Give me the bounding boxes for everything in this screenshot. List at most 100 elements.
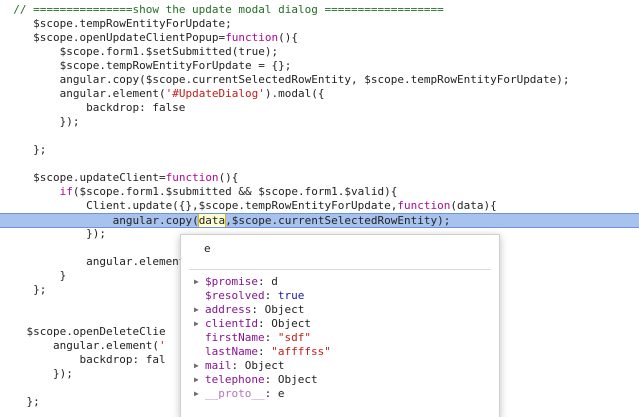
code-line[interactable]: $scope.updateClient=function(){ xyxy=(0,171,639,185)
code-token: $scope.form1.$setSubmitted(true); xyxy=(59,45,279,58)
expand-triangle-icon[interactable]: ▶ xyxy=(194,317,205,331)
property-value: Object xyxy=(264,303,305,316)
code-token: $scope.tempRowEntityForUpdate = {}; xyxy=(59,59,292,72)
popover-title: e xyxy=(204,242,211,255)
property-row-telephone[interactable]: ▶ telephone: Object xyxy=(194,373,318,387)
expand-triangle-icon[interactable]: ▶ xyxy=(194,373,205,387)
code-token: $scope.openDeleteClie xyxy=(26,325,166,338)
code-token: $scope.openUpdateClientPopup= xyxy=(33,31,226,44)
property-value: e xyxy=(277,387,285,400)
code-token: }); xyxy=(59,115,80,128)
property-value: true xyxy=(277,289,305,302)
code-token: (data){ xyxy=(450,199,497,212)
code-token: }); xyxy=(52,367,73,380)
code-line[interactable] xyxy=(0,129,639,143)
property-row-proto[interactable]: ▶ __proto__: e xyxy=(194,387,284,401)
expand-triangle-icon[interactable]: ▶ xyxy=(194,303,205,317)
code-token: }; xyxy=(26,395,40,408)
property-key: $resolved xyxy=(205,289,265,302)
code-line[interactable] xyxy=(0,157,639,171)
code-token: }); xyxy=(86,227,106,240)
code-line[interactable]: }; xyxy=(0,143,639,157)
property-row-address[interactable]: ▶ address: Object xyxy=(194,303,304,317)
code-token: ,$scope.currentSelectedRowEntity); xyxy=(225,214,451,227)
property-key: $promise xyxy=(205,275,258,288)
code-token: angular.copy( xyxy=(112,214,199,227)
code-token: backdrop: false xyxy=(86,101,186,114)
property-row-promise[interactable]: ▶ $promise: d xyxy=(194,275,278,289)
hovered-variable-token[interactable]: data xyxy=(197,214,227,227)
code-line[interactable]: $scope.tempRowEntityForUpdate; xyxy=(0,17,639,31)
code-token: (){ xyxy=(278,31,299,44)
code-line[interactable]: if($scope.form1.$submitted && $scope.for… xyxy=(0,185,639,199)
code-token: $scope.updateClient= xyxy=(33,171,166,184)
code-token: ($scope.form1.$submitted && $scope.form1… xyxy=(72,185,398,198)
expand-triangle-icon[interactable]: ▶ xyxy=(194,359,205,373)
code-token: angular.copy($scope.currentSelectedRowEn… xyxy=(59,73,570,86)
code-token: ' xyxy=(158,339,166,352)
property-key: clientId xyxy=(205,317,258,330)
code-token: Client.update({},$scope.tempRowEntityFor… xyxy=(86,199,398,212)
code-token: angular.element xyxy=(86,255,186,268)
code-token: backdrop: fal xyxy=(79,353,166,366)
key-separator: : xyxy=(257,317,272,330)
property-row-clientid[interactable]: ▶ clientId: Object xyxy=(194,317,311,331)
code-line[interactable]: $scope.openUpdateClientPopup=function(){ xyxy=(0,31,639,45)
code-line[interactable]: }); xyxy=(0,115,639,129)
property-value: "affffss" xyxy=(271,345,331,358)
variable-inspector-popover[interactable]: e ▶ $promise: d $resolved: true ▶ address: O… xyxy=(180,234,500,417)
code-line-current[interactable]: angular.copy(data,$scope.currentSelected… xyxy=(0,213,639,228)
code-token: angular.element( xyxy=(59,87,166,100)
code-token: }; xyxy=(33,143,47,156)
property-key: mail xyxy=(205,359,232,372)
code-token: $scope.tempRowEntityForUpdate; xyxy=(33,17,232,30)
code-line[interactable]: $scope.tempRowEntityForUpdate = {}; xyxy=(0,59,639,73)
property-key: __proto__ xyxy=(205,387,265,400)
property-key: telephone xyxy=(205,373,265,386)
property-value: "sdf" xyxy=(277,331,311,344)
property-value: Object xyxy=(244,359,285,372)
property-row-lastname: lastName: "affffss" xyxy=(194,345,331,359)
property-value: Object xyxy=(277,373,318,386)
key-separator: : xyxy=(264,289,278,302)
code-line[interactable]: $scope.form1.$setSubmitted(true); xyxy=(0,45,639,59)
key-separator: : xyxy=(264,373,278,386)
code-token: '#UpdateDialog' xyxy=(165,87,265,100)
code-line[interactable]: angular.element('#UpdateDialog').modal({ xyxy=(0,87,639,101)
code-line[interactable]: backdrop: false xyxy=(0,101,639,115)
code-token: } xyxy=(59,269,67,282)
code-token: (){ xyxy=(218,171,239,184)
code-token: }; xyxy=(33,283,47,296)
code-token: angular.element( xyxy=(52,339,159,352)
property-key: firstName xyxy=(205,331,265,344)
code-line[interactable]: // ===============show the update modal … xyxy=(0,3,639,17)
property-row-resolved: $resolved: true xyxy=(194,289,304,303)
code-line[interactable]: Client.update({},$scope.tempRowEntityFor… xyxy=(0,199,639,213)
expand-triangle-icon[interactable]: ▶ xyxy=(194,275,205,289)
property-row-mail[interactable]: ▶ mail: Object xyxy=(194,359,285,373)
property-value: d xyxy=(271,275,278,288)
code-token: function xyxy=(165,171,219,184)
code-token: // ===============show the update modal … xyxy=(13,3,444,16)
expand-triangle-icon[interactable]: ▶ xyxy=(194,387,205,401)
code-line[interactable]: angular.copy($scope.currentSelectedRowEn… xyxy=(0,73,639,87)
